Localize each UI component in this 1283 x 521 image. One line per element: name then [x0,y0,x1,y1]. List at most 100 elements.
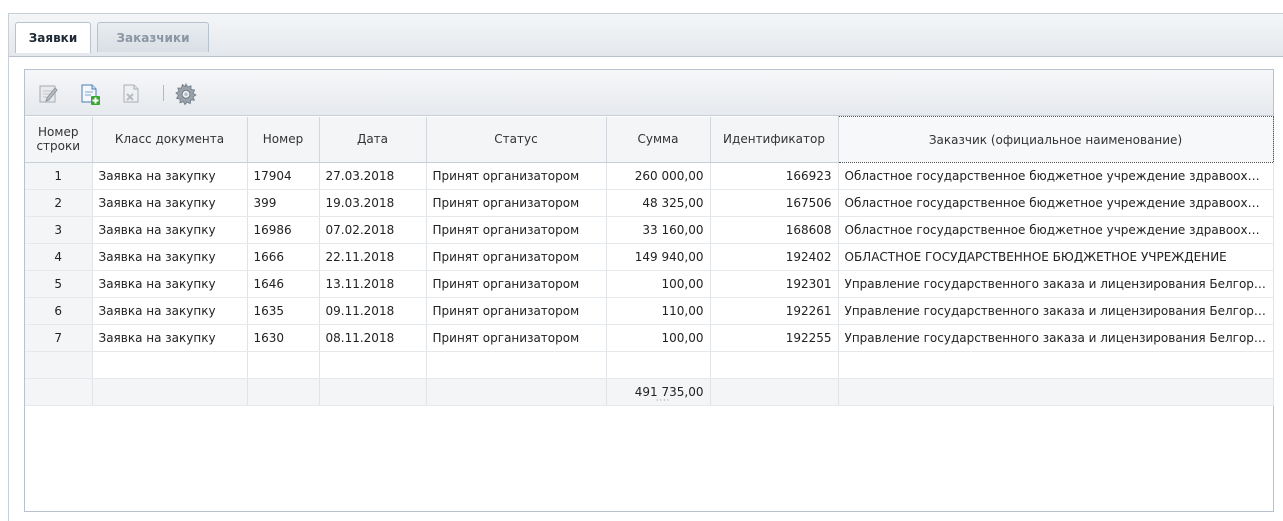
col-header-row-number[interactable]: Номер строки [25,116,93,163]
toolbar-separator [163,85,164,101]
table-header-row: Номер строки Класс документа Номер Дата … [25,116,1274,163]
cell-customer: Областное государственное бюджетное учре… [838,162,1274,190]
cell-doc-class: Заявка на закупку [92,297,248,325]
table-row[interactable]: 1 Заявка на закупку 17904 27.03.2018 При… [25,162,1274,190]
table-row[interactable]: 7 Заявка на закупку 1630 08.11.2018 Прин… [25,324,1274,352]
requests-grid: Номер строки Класс документа Номер Дата … [25,116,1274,511]
cell-sum: 100,00 [606,270,711,298]
tab-strip: Заявки Заказчики [9,14,1283,57]
cell-doc-class: Заявка на закупку [92,162,248,190]
cell-identifier: 192255 [710,324,839,352]
empty-cell [710,351,839,379]
cell-customer: Управление государственного заказа и лиц… [838,270,1274,298]
cell-sum: 260 000,00 [606,162,711,190]
cell-number: 1635 [247,297,320,325]
col-header-customer[interactable]: Заказчик (официальное наименование) [837,116,1274,163]
cell-identifier: 192261 [710,297,839,325]
empty-cell [606,351,711,379]
resize-handle-icon[interactable]: ···· [656,397,670,405]
cell-identifier: 192402 [710,243,839,271]
cell-customer: ОБЛАСТНОЕ ГОСУДАРСТВЕННОЕ БЮДЖЕТНОЕ УЧРЕ… [838,243,1274,271]
empty-cell [247,351,320,379]
cell-date: 07.02.2018 [319,216,427,244]
add-document-button[interactable] [77,81,103,107]
summary-cell [426,378,607,406]
cell-status: Принят организатором [426,297,607,325]
left-border [8,13,9,521]
settings-gear-icon [175,83,197,106]
total-sum-cell: 491 735,00 ···· [606,378,711,406]
table-row[interactable]: 4 Заявка на закупку 1666 22.11.2018 Прин… [25,243,1274,271]
table-row[interactable]: 3 Заявка на закупку 16986 07.02.2018 При… [25,216,1274,244]
cell-date: 08.11.2018 [319,324,427,352]
edit-icon [39,85,58,103]
cell-doc-class: Заявка на закупку [92,216,248,244]
empty-cell [319,351,427,379]
tab-customers[interactable]: Заказчики [97,22,209,52]
cell-row-number: 6 [25,297,93,325]
cell-number: 17904 [247,162,320,190]
cell-date: 22.11.2018 [319,243,427,271]
empty-cell [92,351,248,379]
cell-date: 09.11.2018 [319,297,427,325]
cell-customer: Областное государственное бюджетное учре… [838,216,1274,244]
cell-doc-class: Заявка на закупку [92,270,248,298]
grid-toolbar [25,70,1273,116]
summary-cell [92,378,248,406]
col-header-number[interactable]: Номер [247,116,320,163]
cell-status: Принят организатором [426,270,607,298]
cell-status: Принят организатором [426,189,607,217]
cell-doc-class: Заявка на закупку [92,243,248,271]
cell-row-number: 5 [25,270,93,298]
cell-sum: 33 160,00 [606,216,711,244]
cell-number: 1630 [247,324,320,352]
cell-identifier: 166923 [710,162,839,190]
cell-sum: 149 940,00 [606,243,711,271]
cell-number: 1646 [247,270,320,298]
cell-status: Принят организатором [426,324,607,352]
cell-date: 27.03.2018 [319,162,427,190]
cell-customer: Областное государственное бюджетное учре… [838,189,1274,217]
table-row[interactable]: 5 Заявка на закупку 1646 13.11.2018 Прин… [25,270,1274,298]
col-header-date[interactable]: Дата [319,116,427,163]
cell-identifier: 167506 [710,189,839,217]
requests-panel: Номер строки Класс документа Номер Дата … [24,69,1274,512]
summary-cell [838,378,1274,406]
edit-button[interactable] [35,81,61,107]
cell-doc-class: Заявка на закупку [92,324,248,352]
col-header-sum[interactable]: Сумма [606,116,711,163]
delete-document-button[interactable] [119,81,145,107]
delete-document-icon [123,84,139,103]
empty-grid-area [25,351,1274,379]
col-header-doc-class[interactable]: Класс документа [92,116,248,163]
cell-date: 19.03.2018 [319,189,427,217]
table-row[interactable]: 2 Заявка на закупку 399 19.03.2018 Приня… [25,189,1274,217]
cell-number: 1666 [247,243,320,271]
cell-identifier: 168608 [710,216,839,244]
summary-cell [247,378,320,406]
empty-cell [426,351,607,379]
col-header-identifier[interactable]: Идентификатор [710,116,839,163]
cell-row-number: 7 [25,324,93,352]
cell-status: Принят организатором [426,162,607,190]
cell-status: Принят организатором [426,243,607,271]
cell-number: 16986 [247,216,320,244]
cell-status: Принят организатором [426,216,607,244]
col-header-status[interactable]: Статус [426,116,607,163]
cell-row-number: 2 [25,189,93,217]
empty-cell [838,351,1274,379]
tab-requests[interactable]: Заявки [15,22,91,53]
table-row[interactable]: 6 Заявка на закупку 1635 09.11.2018 Прин… [25,297,1274,325]
summary-row: 491 735,00 ···· [25,378,1274,406]
settings-button[interactable] [173,81,199,107]
cell-date: 13.11.2018 [319,270,427,298]
cell-customer: Управление государственного заказа и лиц… [838,324,1274,352]
cell-sum: 100,00 [606,324,711,352]
cell-row-number: 4 [25,243,93,271]
cell-number: 399 [247,189,320,217]
add-document-icon [81,84,100,105]
cell-customer: Управление государственного заказа и лиц… [838,297,1274,325]
cell-row-number: 3 [25,216,93,244]
requests-table: Номер строки Класс документа Номер Дата … [25,116,1274,406]
cell-identifier: 192301 [710,270,839,298]
